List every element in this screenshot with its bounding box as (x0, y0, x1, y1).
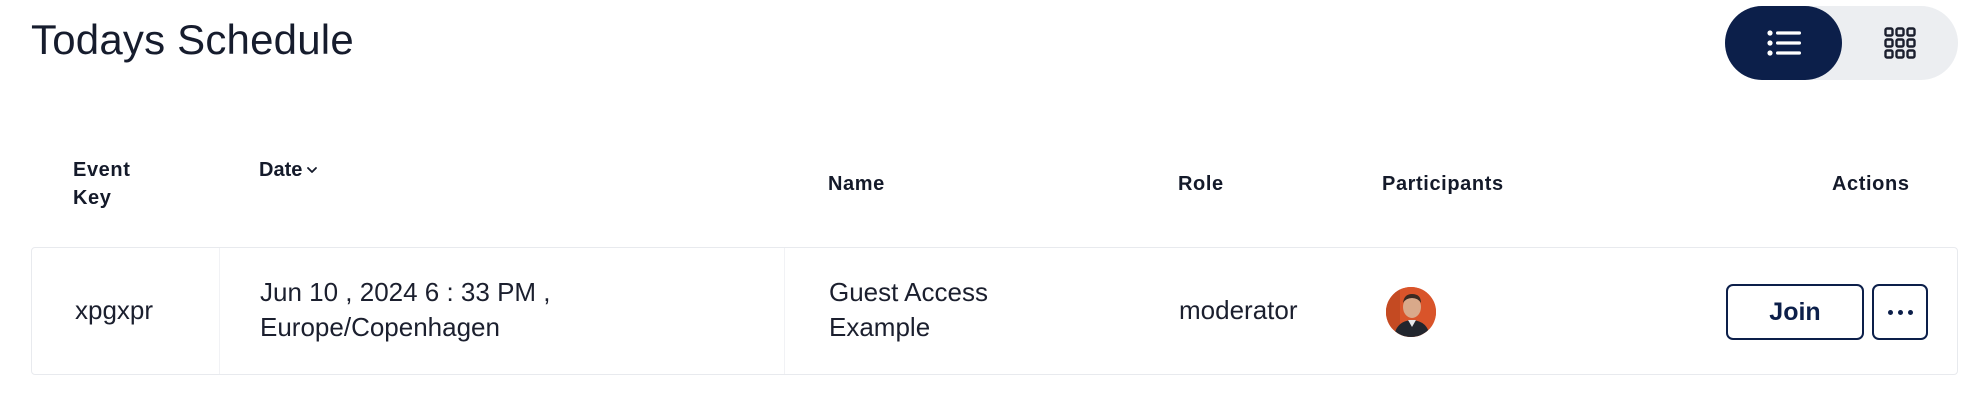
join-button[interactable]: Join (1726, 284, 1864, 340)
column-header-date-label: Date (259, 159, 303, 181)
more-actions-button[interactable] (1872, 284, 1928, 340)
cell-date-datetime: Jun 10 , 2024 6 : 33 PM , (260, 277, 551, 307)
grid-view-button[interactable] (1841, 6, 1958, 80)
column-header-participants: Participants (1382, 173, 1504, 195)
cell-date: Jun 10 , 2024 6 : 33 PM , Europe/Copenha… (260, 275, 551, 345)
avatar[interactable] (1386, 287, 1436, 337)
column-divider (219, 248, 220, 374)
view-toggle (1725, 6, 1958, 80)
avatar-photo (1386, 287, 1436, 337)
schedule-page: Todays Schedule Event Key Date Name Role… (0, 0, 1964, 409)
table-row: xpgxpr Jun 10 , 2024 6 : 33 PM , Europe/… (31, 247, 1958, 375)
cell-event-key: xpgxpr (75, 295, 154, 325)
chevron-down-icon (307, 167, 318, 173)
grid-icon (1883, 27, 1916, 59)
column-header-role: Role (1178, 173, 1224, 195)
cell-role: moderator (1179, 295, 1298, 325)
cell-name-line2: Example (829, 312, 931, 342)
column-header-event-key: Event Key (73, 159, 131, 209)
column-divider (784, 248, 785, 374)
column-header-actions: Actions (1832, 173, 1910, 195)
column-header-name: Name (828, 173, 885, 195)
page-title: Todays Schedule (31, 16, 354, 63)
list-icon (1766, 30, 1801, 56)
cell-date-timezone: Europe/Copenhagen (260, 312, 500, 342)
cell-name: Guest Access Example (829, 275, 988, 345)
cell-name-line1: Guest Access (829, 277, 988, 307)
list-view-button[interactable] (1725, 6, 1842, 80)
column-header-date[interactable]: Date (259, 156, 318, 184)
more-horizontal-icon (1887, 309, 1913, 315)
